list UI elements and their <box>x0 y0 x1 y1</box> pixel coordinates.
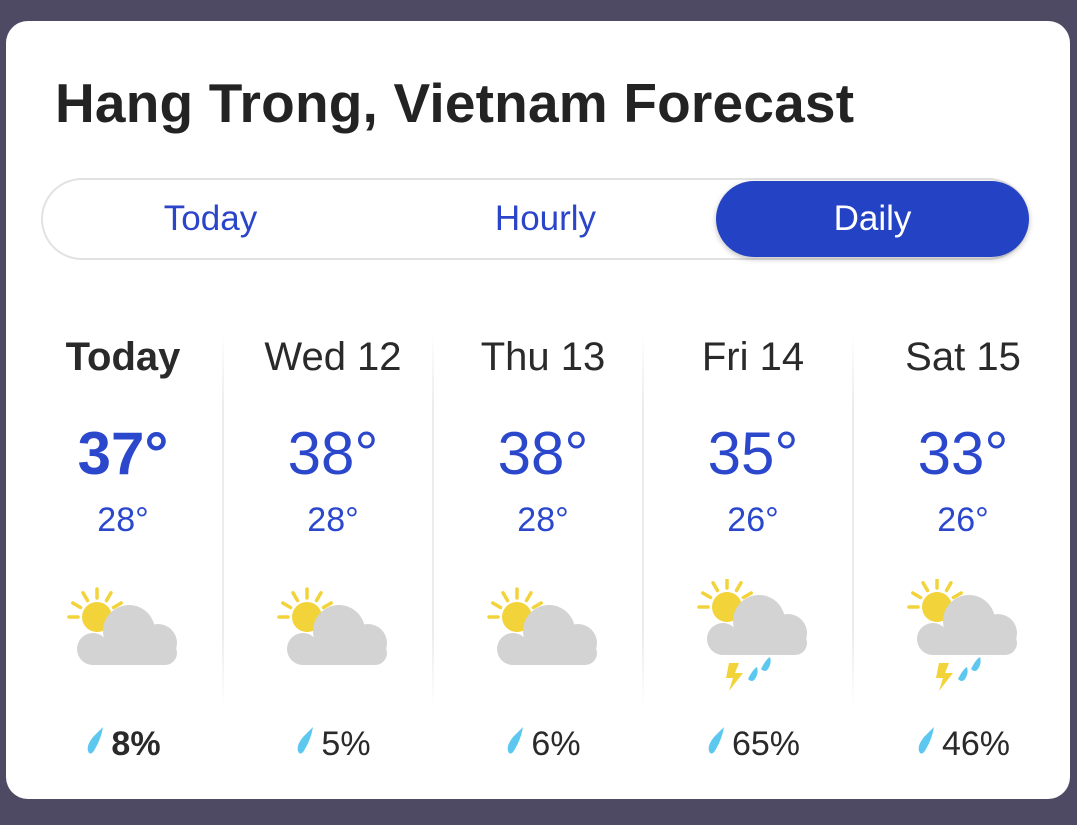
precip-value: 8% <box>111 725 161 763</box>
precip-chance: 8% <box>18 725 228 764</box>
low-temp: 26° <box>727 501 779 539</box>
precip-chance: 5% <box>228 725 438 764</box>
tab-hourly[interactable]: Hourly <box>378 180 713 258</box>
low-temp: 28° <box>307 501 359 539</box>
day-label: Thu 13 <box>480 335 606 379</box>
thunderstorm-icon <box>693 577 813 699</box>
partly-cloudy-icon <box>273 579 393 699</box>
low-temp: 28° <box>97 501 149 539</box>
divider <box>642 333 644 708</box>
daily-forecast-list: Today 37° 28° 8% Wed 12 38° 28° 5% Thu 1… <box>12 311 1076 781</box>
day-label: Fri 14 <box>701 335 805 379</box>
day-column-1[interactable]: Wed 12 38° 28° 5% <box>228 311 438 781</box>
day-label: Today <box>65 335 181 379</box>
day-label: Sat 15 <box>905 335 1021 379</box>
forecast-mode-segmented-control: Today Hourly Daily <box>41 178 1029 260</box>
precip-chance: 46% <box>858 725 1068 764</box>
high-temp: 38° <box>497 420 589 487</box>
high-temp: 33° <box>917 420 1009 487</box>
precip-value: 5% <box>321 725 371 763</box>
partly-cloudy-icon <box>63 579 183 699</box>
high-temp: 35° <box>707 420 799 487</box>
thunderstorm-icon <box>903 577 1023 699</box>
forecast-card: Hang Trong, Vietnam Forecast Today Hourl… <box>6 21 1070 799</box>
page-title: Hang Trong, Vietnam Forecast <box>55 72 855 134</box>
day-column-2[interactable]: Thu 13 38° 28° 6% <box>438 311 648 781</box>
precip-value: 6% <box>531 725 581 763</box>
tab-today[interactable]: Today <box>43 180 378 258</box>
raindrop-icon <box>505 725 525 764</box>
raindrop-icon <box>295 725 315 764</box>
tab-daily[interactable]: Daily <box>716 181 1029 257</box>
day-label: Wed 12 <box>264 335 402 379</box>
divider <box>432 333 434 708</box>
precip-chance: 6% <box>438 725 648 764</box>
raindrop-icon <box>85 725 105 764</box>
precip-chance: 65% <box>648 725 858 764</box>
day-column-0[interactable]: Today 37° 28° 8% <box>18 311 228 781</box>
partly-cloudy-icon <box>483 579 603 699</box>
high-temp: 38° <box>287 420 379 487</box>
precip-value: 65% <box>731 725 801 763</box>
divider <box>852 333 854 708</box>
divider <box>222 333 224 708</box>
raindrop-icon <box>706 725 726 764</box>
day-column-4[interactable]: Sat 15 33° 26° 46% <box>858 311 1068 781</box>
high-temp: 37° <box>77 420 169 487</box>
raindrop-icon <box>916 725 936 764</box>
low-temp: 28° <box>517 501 569 539</box>
precip-value: 46% <box>941 725 1011 763</box>
low-temp: 26° <box>937 501 989 539</box>
day-column-3[interactable]: Fri 14 35° 26° 65% <box>648 311 858 781</box>
